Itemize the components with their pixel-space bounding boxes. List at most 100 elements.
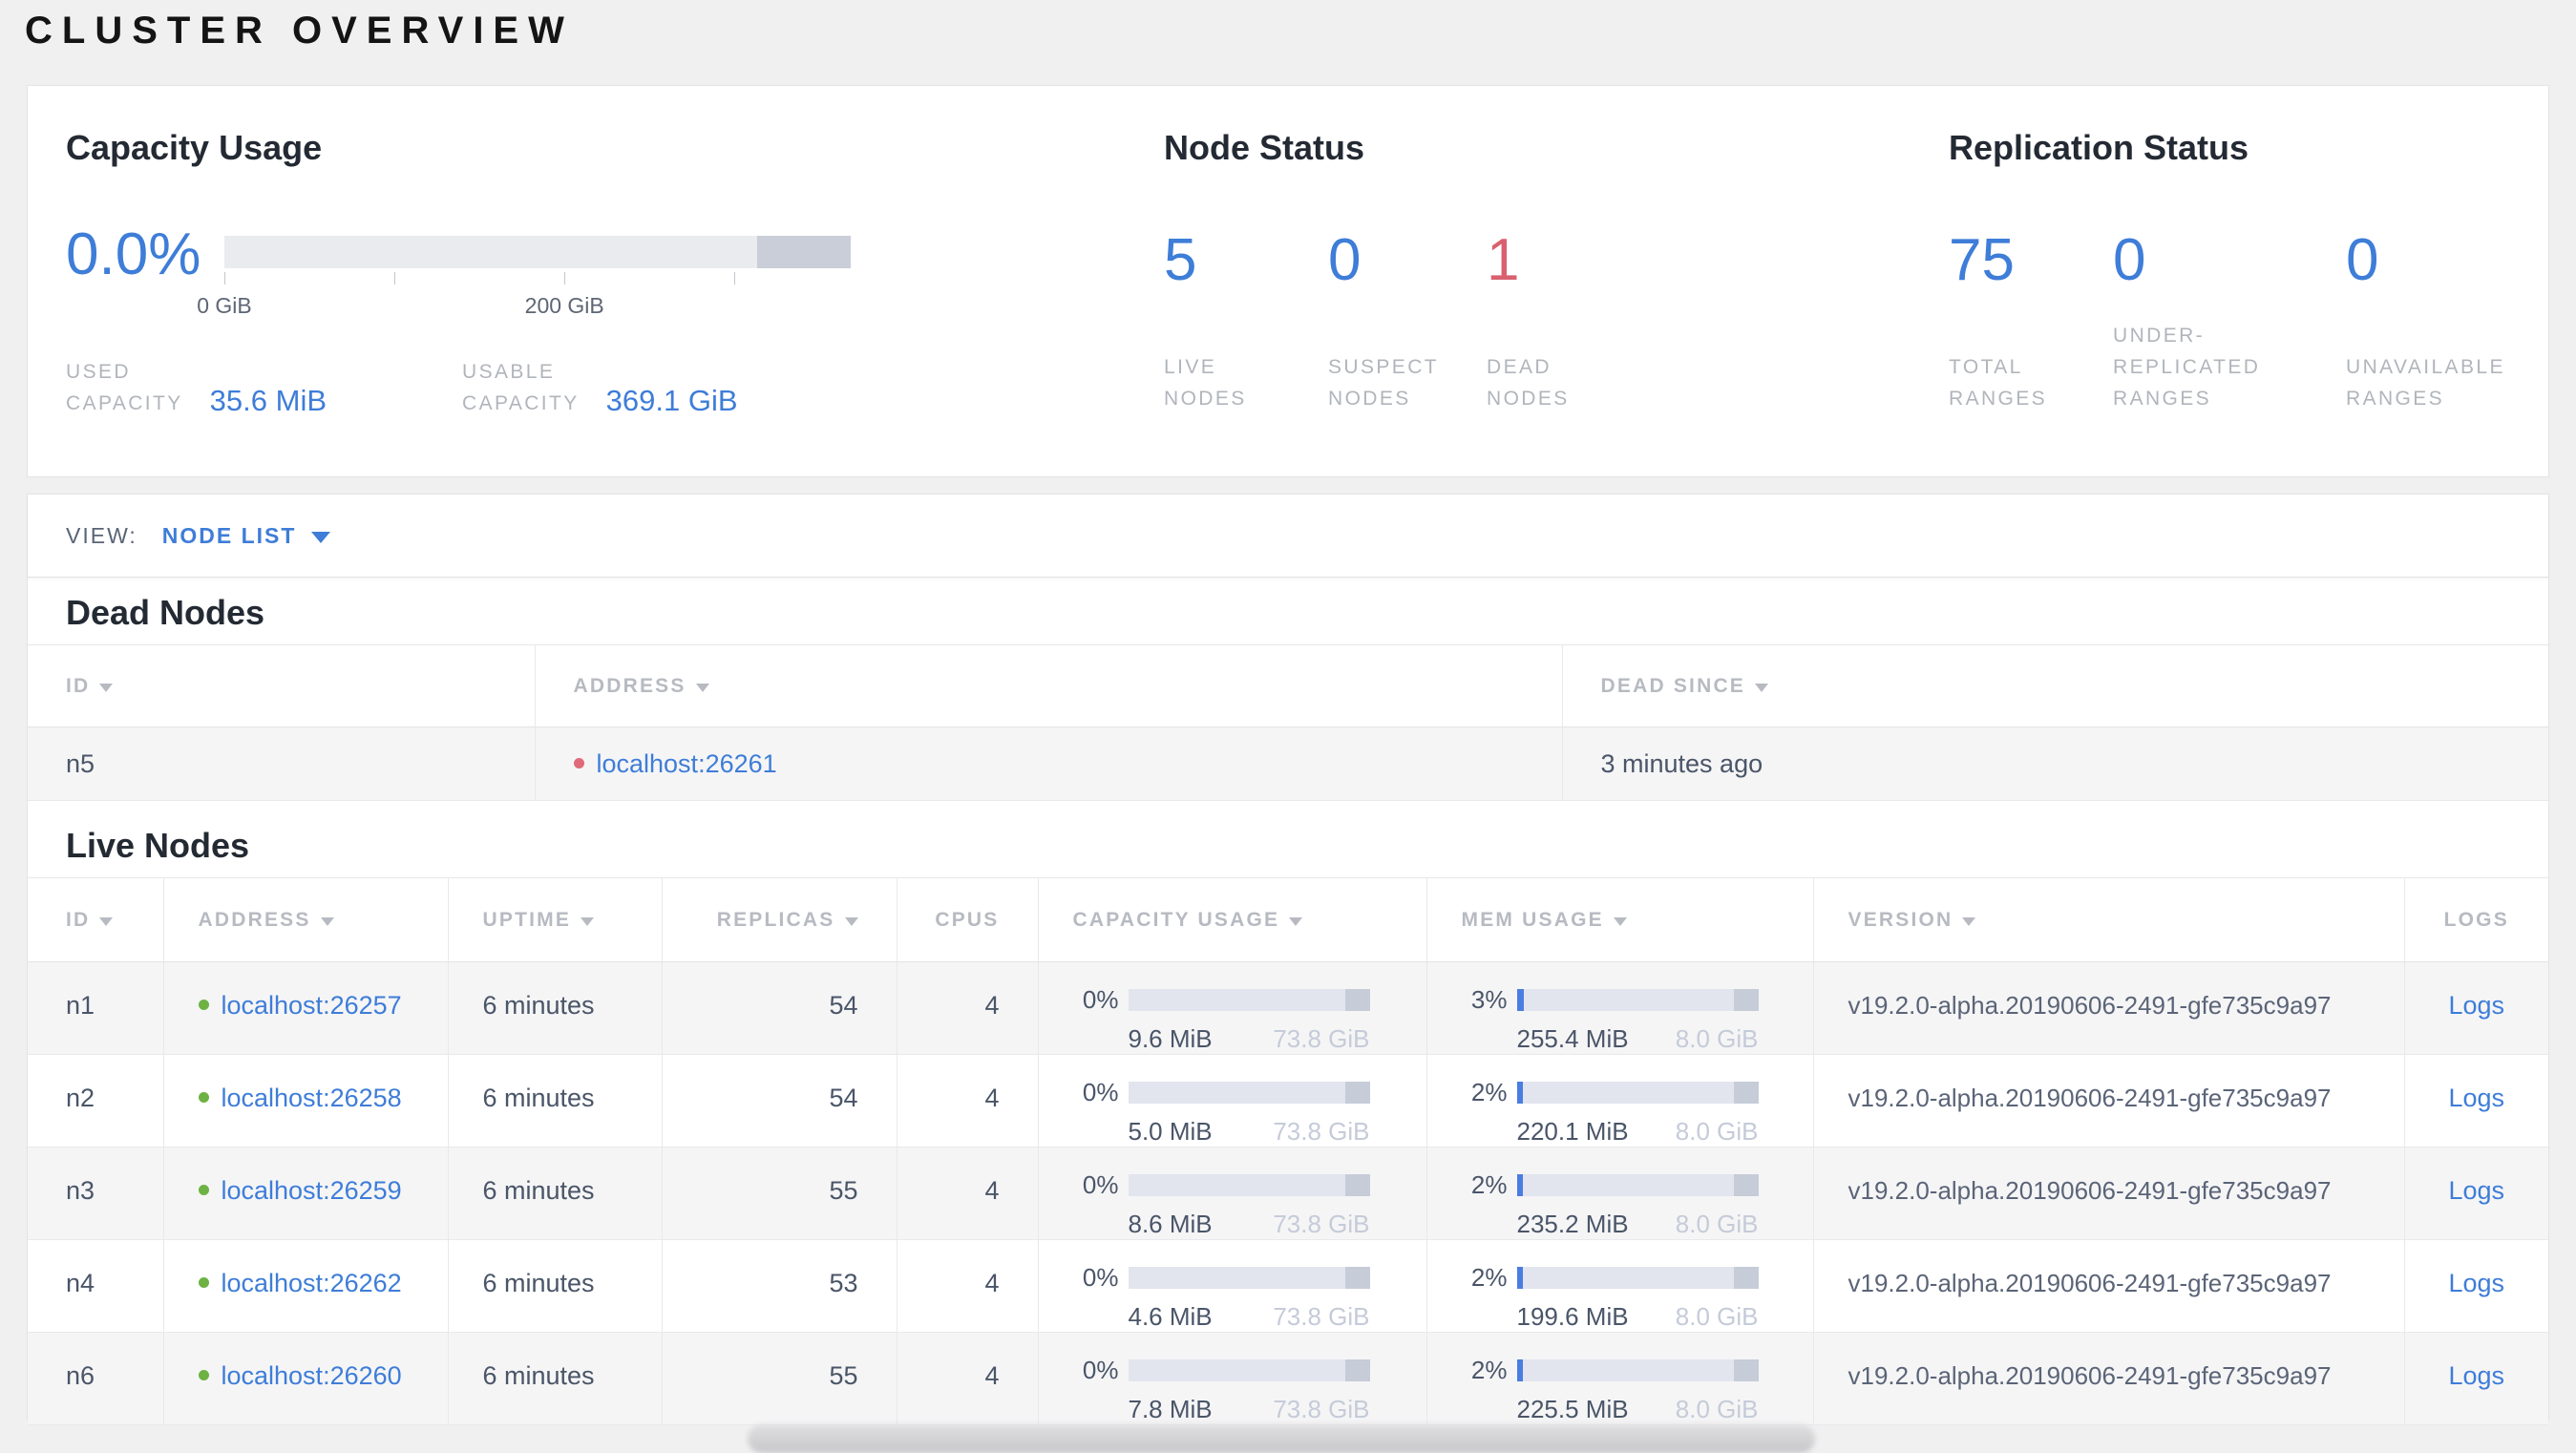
capacity-axis-tick-label: 0 GiB bbox=[197, 293, 252, 318]
chevron-down-icon bbox=[311, 531, 331, 543]
replication-stat: 0 UNAVAILABLE RANGES bbox=[2346, 227, 2505, 414]
column-header-address[interactable]: ADDRESS bbox=[535, 644, 1563, 727]
memory-used-value: 199.6 MiB bbox=[1516, 1302, 1629, 1331]
replicas-cell: 55 bbox=[662, 1147, 897, 1240]
dead-node-dot-icon bbox=[573, 757, 584, 769]
memory-total-value: 8.0 GiB bbox=[1675, 1302, 1759, 1331]
memory-bar-used-segment bbox=[1516, 1174, 1523, 1196]
node-address-link[interactable]: localhost:26262 bbox=[222, 1269, 402, 1297]
node-address-link[interactable]: localhost:26259 bbox=[222, 1176, 402, 1205]
column-header-id[interactable]: ID bbox=[28, 877, 164, 962]
memory-used-value: 225.5 MiB bbox=[1516, 1395, 1629, 1423]
memory-usage-bar: 2% bbox=[1427, 1078, 1813, 1107]
memory-used-value: 255.4 MiB bbox=[1516, 1024, 1629, 1053]
version-cell: v19.2.0-alpha.20190606-2491-gfe735c9a97 bbox=[1813, 961, 2405, 1055]
capacity-usage-percent: 0% bbox=[1082, 1078, 1119, 1106]
used-capacity-stat: USED CAPACITY 35.6 MiB bbox=[66, 356, 327, 419]
version-cell: v19.2.0-alpha.20190606-2491-gfe735c9a97 bbox=[1813, 1239, 2405, 1333]
memory-total-value: 8.0 GiB bbox=[1675, 1395, 1759, 1423]
capacity-total-value: 73.8 GiB bbox=[1273, 1024, 1370, 1053]
column-header-id[interactable]: ID bbox=[28, 644, 536, 727]
sort-caret-icon bbox=[581, 916, 595, 926]
capacity-axis-tick: 0 GiB bbox=[197, 272, 252, 318]
cpus-cell: 4 bbox=[897, 1147, 1039, 1240]
node-address-link[interactable]: localhost:26261 bbox=[597, 749, 777, 778]
capacity-usage-bar: 0 GiB 200 GiB bbox=[197, 236, 851, 326]
memory-usage-percent: 2% bbox=[1470, 1356, 1508, 1384]
node-address-cell: localhost:26258 bbox=[163, 1054, 449, 1148]
logs-link[interactable]: Logs bbox=[2448, 991, 2504, 1020]
capacity-axis-tick: 200 GiB bbox=[525, 272, 604, 318]
memory-usage-bar: 2% bbox=[1427, 1356, 1813, 1385]
column-header-mem-usage[interactable]: MEM USAGE bbox=[1426, 877, 1814, 962]
replication-value: 0 bbox=[2113, 227, 2146, 293]
version-cell: v19.2.0-alpha.20190606-2491-gfe735c9a97 bbox=[1813, 1332, 2405, 1425]
column-header-capacity-usage[interactable]: CAPACITY USAGE bbox=[1038, 877, 1427, 962]
version-cell: v19.2.0-alpha.20190606-2491-gfe735c9a97 bbox=[1813, 1147, 2405, 1240]
live-node-row: n4 localhost:26262 6 minutes 53 4 0% 4.6 MiB 73… bbox=[28, 1239, 2548, 1333]
view-label: VIEW: bbox=[66, 522, 137, 548]
node-address-link[interactable]: localhost:26258 bbox=[222, 1084, 402, 1112]
column-header-version[interactable]: VERSION bbox=[1813, 877, 2405, 962]
live-node-dot-icon bbox=[198, 1370, 209, 1381]
memory-usage-bar: 2% bbox=[1427, 1263, 1813, 1293]
live-node-dot-icon bbox=[198, 1277, 209, 1289]
column-header-address[interactable]: ADDRESS bbox=[163, 877, 449, 962]
node-id-cell: n2 bbox=[28, 1054, 164, 1148]
node-address-cell: localhost:26262 bbox=[163, 1239, 449, 1333]
replication-value: 0 bbox=[2346, 227, 2379, 293]
memory-bar-used-segment bbox=[1516, 1082, 1523, 1104]
capacity-bar-reserved-segment bbox=[1345, 989, 1370, 1011]
capacity-stat-label: USED CAPACITY bbox=[66, 361, 183, 414]
capacity-total-value: 73.8 GiB bbox=[1273, 1395, 1370, 1423]
capacity-used-value: 8.6 MiB bbox=[1128, 1210, 1213, 1238]
sort-caret-icon bbox=[695, 683, 709, 692]
replicas-cell: 54 bbox=[662, 961, 897, 1055]
memory-bar-reserved-segment bbox=[1734, 989, 1759, 1011]
node-status-stat: 0 SUSPECT NODES bbox=[1328, 227, 1487, 414]
logs-link[interactable]: Logs bbox=[2448, 1176, 2504, 1205]
memory-usage-bar: 3% bbox=[1427, 985, 1813, 1015]
sort-caret-icon bbox=[1755, 683, 1769, 692]
node-address-link[interactable]: localhost:26260 bbox=[222, 1361, 402, 1390]
memory-usage-percent: 2% bbox=[1470, 1078, 1508, 1106]
replication-value: 75 bbox=[1949, 227, 2015, 293]
capacity-total-value: 73.8 GiB bbox=[1273, 1210, 1370, 1238]
capacity-usage-percent: 0% bbox=[1082, 985, 1119, 1014]
sort-caret-icon bbox=[320, 916, 334, 926]
memory-bar-used-segment bbox=[1516, 989, 1525, 1011]
node-address-link[interactable]: localhost:26257 bbox=[222, 991, 402, 1020]
memory-usage-cell: 2% 235.2 MiB 8.0 GiB bbox=[1426, 1147, 1814, 1240]
node-id-cell: n1 bbox=[28, 961, 164, 1055]
cluster-summary-panel: Capacity Usage 0.0% 0 GiB 200 GiB USED CAP… bbox=[27, 85, 2549, 477]
capacity-usage-bar: 0% bbox=[1039, 1170, 1426, 1200]
memory-usage-bar: 2% bbox=[1427, 1170, 1813, 1200]
memory-bar-reserved-segment bbox=[1734, 1359, 1759, 1381]
logs-link[interactable]: Logs bbox=[2448, 1269, 2504, 1297]
column-header-uptime[interactable]: UPTIME bbox=[448, 877, 663, 962]
node-address-cell: localhost:26261 bbox=[535, 726, 1563, 801]
live-nodes-heading: Live Nodes bbox=[66, 826, 250, 865]
view-selector-dropdown[interactable]: NODE LIST bbox=[162, 523, 331, 549]
usable-capacity-stat: USABLE CAPACITY 369.1 GiB bbox=[462, 356, 738, 419]
memory-total-value: 8.0 GiB bbox=[1675, 1117, 1759, 1146]
column-header-replicas[interactable]: REPLICAS bbox=[662, 877, 897, 962]
node-status-heading: Node Status bbox=[1164, 128, 1365, 167]
logs-link[interactable]: Logs bbox=[2448, 1361, 2504, 1390]
cpus-cell: 4 bbox=[897, 1054, 1039, 1148]
capacity-usage-cell: 0% 4.6 MiB 73.8 GiB bbox=[1038, 1239, 1427, 1333]
column-header-logs: LOGS bbox=[2404, 877, 2548, 962]
nodes-panel: VIEW: NODE LIST Dead Nodes ID ADDRESS DEAD… bbox=[27, 494, 2549, 1425]
memory-total-value: 8.0 GiB bbox=[1675, 1024, 1759, 1053]
column-header-dead-since[interactable]: DEAD SINCE bbox=[1562, 644, 2548, 727]
capacity-bar-reserved-segment bbox=[1345, 1082, 1370, 1104]
view-selected-value: NODE LIST bbox=[161, 522, 297, 548]
logs-link[interactable]: Logs bbox=[2448, 1084, 2504, 1112]
view-bar: VIEW: NODE LIST bbox=[28, 495, 2548, 578]
capacity-total-value: 73.8 GiB bbox=[1273, 1117, 1370, 1146]
capacity-bar-reserved-segment bbox=[1345, 1359, 1370, 1381]
dead-nodes-table: ID ADDRESS DEAD SINCE n5 localhost:26261 3 m… bbox=[28, 644, 2548, 801]
node-status-label: DEAD NODES bbox=[1487, 356, 1570, 410]
horizontal-scrollbar-thumb[interactable] bbox=[748, 1424, 1815, 1453]
live-nodes-table: ID ADDRESS UPTIME REPLICAS CPUS CAPACITY USAG… bbox=[28, 877, 2548, 1425]
